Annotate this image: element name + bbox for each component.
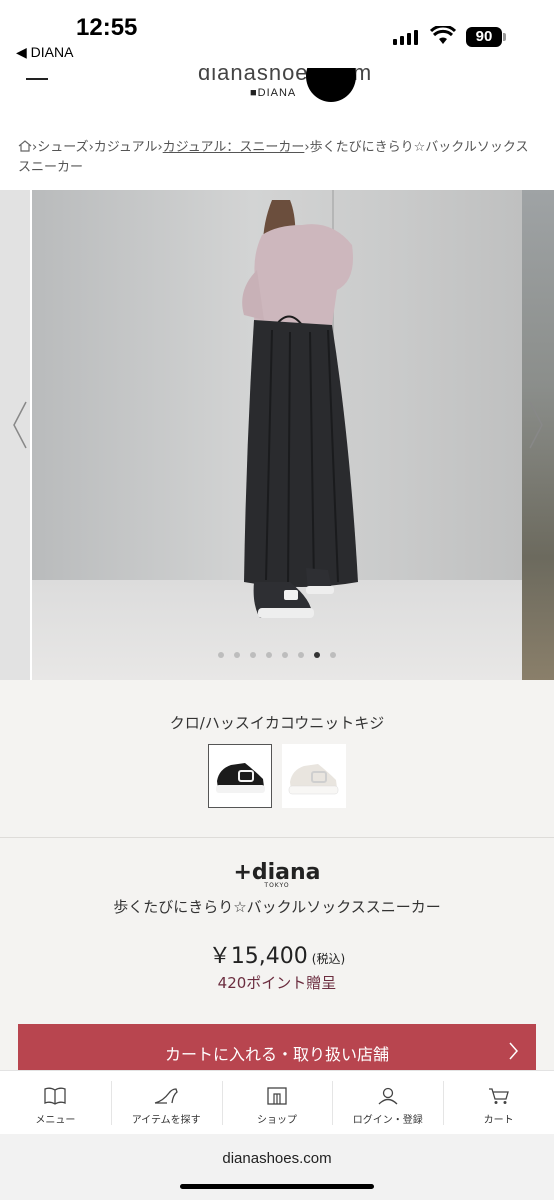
carousel-dot[interactable] xyxy=(266,652,272,658)
tab-label: アイテムを探す xyxy=(131,1115,201,1126)
logo-circle-mark xyxy=(306,68,356,102)
tab-label: メニュー xyxy=(35,1115,76,1126)
price-value: ￥15,400 xyxy=(208,944,308,969)
home-icon[interactable] xyxy=(18,140,32,152)
bottom-nav: メニュー アイテムを探す ショップ ログイン・登録 カート xyxy=(0,1070,554,1134)
book-icon xyxy=(44,1087,67,1105)
points-label: 420ポイント贈呈 xyxy=(217,974,337,992)
status-time: 12:55 xyxy=(76,14,138,41)
tab-label: ログイン・登録 xyxy=(352,1115,423,1126)
chevron-left-icon[interactable] xyxy=(10,400,30,450)
tab-label: ショップ xyxy=(256,1115,297,1126)
hamburger-menu-icon[interactable] xyxy=(26,78,48,80)
battery-icon: 90 xyxy=(466,27,502,47)
signal-icon xyxy=(393,30,418,45)
breadcrumb: ›シューズ›カジュアル›カジュアル：スニーカー›歩くたびにきらり☆バックルソック… xyxy=(0,112,554,190)
tab-cart[interactable]: カート xyxy=(443,1071,554,1134)
color-selector: クロ/ハッスイカコウニットキジ xyxy=(0,680,554,838)
site-header: dianashoes.com ■DIANA xyxy=(0,68,554,112)
user-icon xyxy=(378,1087,398,1105)
carousel-dot[interactable] xyxy=(282,652,288,658)
battery-tip xyxy=(503,33,506,41)
home-indicator xyxy=(180,1184,374,1189)
status-bar: 12:55 ◀ DIANA 90 xyxy=(0,0,554,68)
tab-label: カート xyxy=(483,1115,514,1126)
breadcrumb-sneaker[interactable]: カジュアル：スニーカー xyxy=(163,140,305,155)
carousel-dot[interactable] xyxy=(330,652,336,658)
white-sneaker-thumb xyxy=(288,764,339,795)
carousel-dot[interactable] xyxy=(218,652,224,658)
product-photo[interactable] xyxy=(32,190,522,680)
brand-logo-sub: TOKYO xyxy=(264,882,290,889)
shop-icon xyxy=(267,1087,287,1105)
breadcrumb-shoes[interactable]: シューズ xyxy=(37,140,88,155)
tab-search-items[interactable]: アイテムを探す xyxy=(110,1071,222,1134)
carousel-dots[interactable] xyxy=(0,652,554,658)
site-logo-sub: ■DIANA xyxy=(250,87,297,99)
black-sneaker-thumb xyxy=(216,763,265,793)
model-figure xyxy=(242,200,358,618)
browser-url-bar[interactable]: dianashoes.com xyxy=(0,1134,554,1200)
product-price: ￥15,400 (税込) xyxy=(0,938,554,970)
color-swatch-black[interactable] xyxy=(208,744,272,808)
color-swatch-white[interactable] xyxy=(282,744,346,808)
product-info: +diana TOKYO 歩くたびにきらり☆バックルソックススニーカー ￥15,… xyxy=(0,838,554,1070)
tab-menu[interactable]: メニュー xyxy=(0,1071,111,1134)
chevron-right-icon xyxy=(509,1042,518,1060)
carousel-dot[interactable] xyxy=(234,652,240,658)
tab-login[interactable]: ログイン・登録 xyxy=(332,1071,443,1134)
carousel-dot[interactable] xyxy=(298,652,304,658)
add-to-cart-label: カートに入れる・取り扱い店舗 xyxy=(164,1045,389,1064)
selected-color-name: クロ/ハッスイカコウニットキジ xyxy=(169,714,385,732)
cart-icon xyxy=(488,1088,509,1104)
product-name: 歩くたびにきらり☆バックルソックススニーカー xyxy=(113,898,441,916)
tab-shop[interactable]: ショップ xyxy=(221,1071,333,1134)
url-text[interactable]: dianashoes.com xyxy=(0,1150,554,1167)
heel-icon xyxy=(155,1088,178,1104)
product-image-carousel[interactable] xyxy=(0,190,554,680)
breadcrumb-casual[interactable]: カジュアル xyxy=(94,140,158,155)
chevron-right-icon[interactable] xyxy=(526,400,546,450)
add-to-cart-button[interactable]: カートに入れる・取り扱い店舗 xyxy=(18,1024,536,1070)
wifi-icon xyxy=(430,26,456,44)
carousel-dot[interactable] xyxy=(250,652,256,658)
carousel-dot[interactable] xyxy=(314,652,320,658)
back-to-app-link[interactable]: ◀ DIANA xyxy=(16,44,73,61)
tax-label: (税込) xyxy=(311,952,346,966)
